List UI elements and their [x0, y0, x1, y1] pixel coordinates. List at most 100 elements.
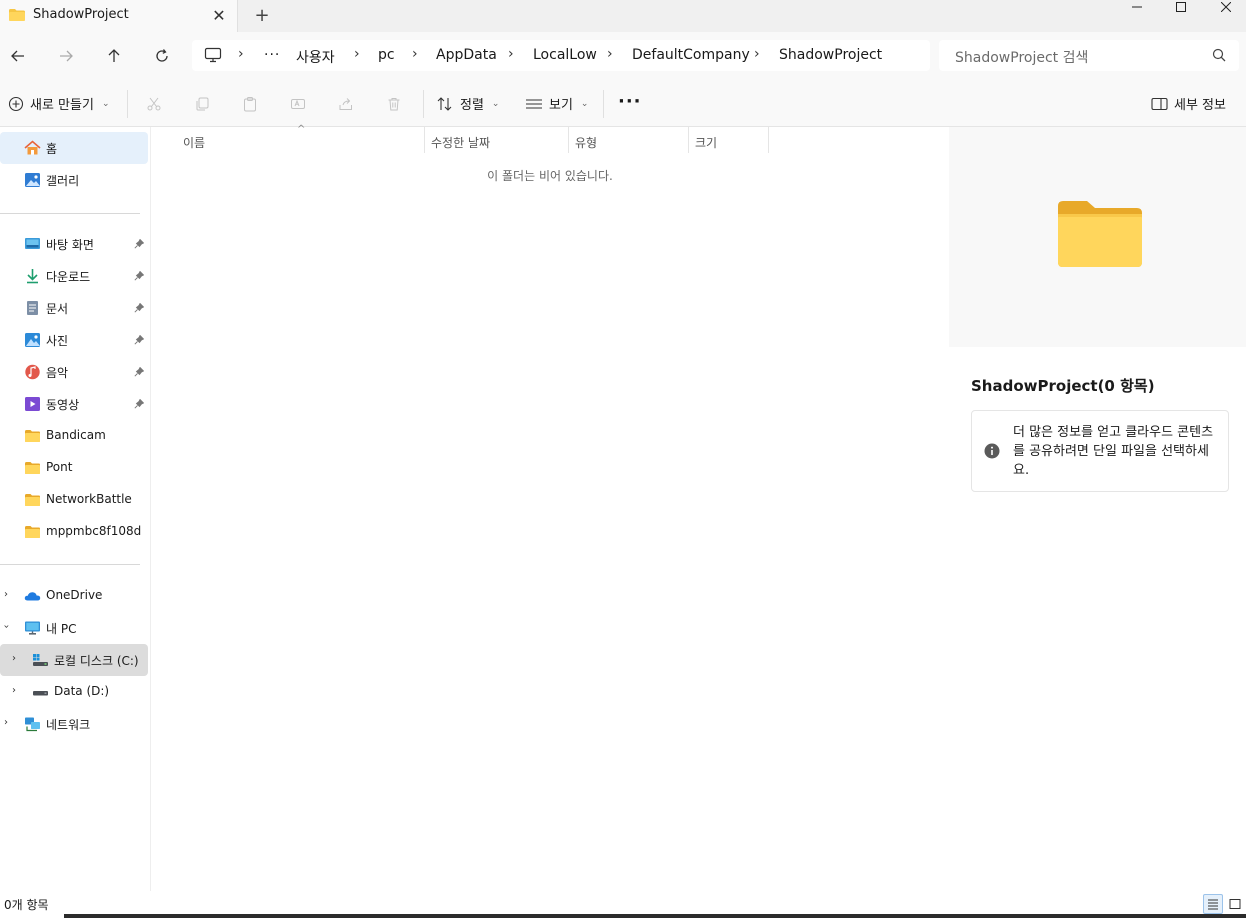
share-button[interactable] [336, 94, 356, 114]
file-list[interactable]: ^ 이름 수정한 날짜 유형 크기 이 폴더는 비어 있습니다. [150, 124, 948, 891]
chevron-right-icon[interactable]: › [4, 589, 8, 600]
scissors-icon [147, 97, 161, 111]
column-divider[interactable] [688, 127, 689, 153]
rename-button[interactable] [288, 94, 308, 114]
taskbar-edge [64, 914, 1246, 918]
pictures-icon [25, 333, 40, 347]
sidebar-item-mppmbc8f108d[interactable]: mppmbc8f108d [0, 516, 148, 548]
column-divider[interactable] [568, 127, 569, 153]
pc-icon [25, 621, 40, 635]
sidebar-item-videos[interactable]: 동영상 [0, 388, 148, 420]
sidebar-item-label: 갤러리 [46, 174, 80, 188]
empty-folder-message: 이 폴더는 비어 있습니다. [487, 169, 613, 183]
paste-icon [244, 97, 256, 112]
item-count: 0개 항목 [4, 898, 49, 912]
sidebar-item-gallery[interactable]: 갤러리 [0, 164, 148, 196]
column-divider[interactable] [768, 127, 769, 153]
maximize-button[interactable] [1158, 0, 1204, 14]
pin-icon[interactable] [134, 303, 144, 313]
search-box[interactable]: ShadowProject 검색 [939, 40, 1239, 71]
forward-button[interactable] [53, 43, 79, 69]
up-button[interactable] [101, 43, 127, 69]
column-header-type[interactable]: 유형 [575, 130, 597, 154]
sidebar-item-this-pc[interactable]: › 내 PC [0, 612, 148, 644]
breadcrumb-locallow[interactable]: LocalLow [533, 47, 597, 63]
close-window-button[interactable] [1203, 0, 1246, 14]
breadcrumb-appdata[interactable]: AppData [436, 47, 497, 63]
chevron-down-icon: ⌄ [491, 98, 500, 109]
video-icon [25, 397, 40, 411]
back-button[interactable] [5, 43, 31, 69]
music-icon [25, 364, 40, 380]
sidebar-item-label: mppmbc8f108d [46, 524, 142, 538]
chevron-right-icon[interactable]: › [4, 717, 8, 728]
new-button-label: 새로 만들기 [30, 98, 94, 113]
sidebar-item-network[interactable]: › 네트워크 [0, 708, 148, 740]
sidebar-item-label: 동영상 [46, 398, 80, 412]
column-divider[interactable] [424, 127, 425, 153]
sidebar-item-pont[interactable]: Pont [0, 452, 148, 484]
sidebar-item-data-d[interactable]: › Data (D:) [0, 676, 148, 708]
pin-icon[interactable] [134, 335, 144, 345]
sidebar-item-local-disk-c[interactable]: › 로컬 디스크 (C:) [0, 644, 148, 676]
chevron-down-icon: ⌄ [580, 98, 589, 109]
sidebar-item-downloads[interactable]: 다운로드 [0, 260, 148, 292]
arrow-left-icon [11, 50, 24, 62]
cut-button[interactable] [144, 94, 164, 114]
address-bar[interactable]: › ··· 사용자 › pc › AppData › LocalLow › De… [192, 40, 930, 71]
new-button[interactable]: 새로 만들기 ⌄ [8, 94, 109, 113]
large-icons-view-button[interactable] [1225, 894, 1245, 914]
onedrive-icon [24, 592, 41, 601]
breadcrumb-overflow[interactable]: ··· [264, 47, 280, 63]
trash-icon [388, 98, 400, 111]
sidebar-item-label: 사진 [46, 334, 69, 348]
paste-button[interactable] [240, 94, 260, 114]
tab-close-icon[interactable]: ✕ [208, 4, 230, 26]
sidebar-item-music[interactable]: 음악 [0, 356, 148, 388]
refresh-button[interactable] [149, 43, 175, 69]
pin-icon[interactable] [134, 271, 144, 281]
breadcrumb-defaultcompany[interactable]: DefaultCompany [632, 47, 750, 63]
column-header-name[interactable]: 이름 [183, 130, 205, 154]
chevron-right-icon[interactable]: › [12, 685, 16, 696]
breadcrumb-separator-icon: › [754, 46, 760, 62]
copy-icon [196, 97, 209, 111]
sidebar-item-bandicam[interactable]: Bandicam [0, 420, 148, 452]
chevron-right-icon[interactable]: › [12, 653, 16, 664]
breadcrumb-shadowproject[interactable]: ShadowProject [779, 47, 882, 63]
view-button[interactable]: 보기 ⌄ [525, 94, 588, 113]
sidebar-item-label: 네트워크 [46, 718, 91, 732]
sort-button[interactable]: 정렬 ⌄ [436, 94, 499, 113]
document-icon [27, 301, 38, 315]
pin-icon[interactable] [134, 239, 144, 249]
details-pane-button[interactable]: 세부 정보 [1151, 94, 1226, 113]
chevron-down-icon[interactable]: › [1, 625, 12, 629]
minimize-button[interactable] [1114, 0, 1160, 14]
delete-button[interactable] [384, 94, 404, 114]
sidebar-item-networkbattle[interactable]: NetworkBattle [0, 484, 148, 516]
sidebar-item-home[interactable]: 홈 [0, 132, 148, 164]
sidebar-item-onedrive[interactable]: › OneDrive [0, 580, 148, 612]
details-view-button[interactable] [1203, 894, 1223, 914]
tab-shadowproject[interactable]: ShadowProject ✕ [0, 0, 238, 32]
sidebar-item-label: 홈 [46, 142, 58, 156]
sidebar-item-desktop[interactable]: 바탕 화면 [0, 228, 148, 260]
column-header-size[interactable]: 크기 [695, 130, 717, 154]
share-icon [339, 98, 352, 110]
details-pane-icon [1151, 97, 1168, 110]
sidebar-item-label: Pont [46, 460, 73, 474]
new-tab-icon[interactable]: + [250, 3, 274, 27]
more-options-button[interactable]: ··· [618, 91, 642, 112]
breadcrumb-pc[interactable]: pc [378, 47, 395, 63]
sidebar-item-pictures[interactable]: 사진 [0, 324, 148, 356]
copy-button[interactable] [192, 94, 212, 114]
pin-icon[interactable] [134, 367, 144, 377]
search-icon[interactable] [1212, 48, 1226, 62]
column-header-date-modified[interactable]: 수정한 날짜 [431, 130, 490, 154]
sidebar-item-documents[interactable]: 문서 [0, 292, 148, 324]
sidebar-item-label: OneDrive [46, 588, 103, 602]
breadcrumb-separator-icon: › [412, 46, 418, 62]
breadcrumb-users[interactable]: 사용자 [296, 47, 335, 67]
breadcrumb-separator-icon: › [354, 46, 360, 62]
pin-icon[interactable] [134, 399, 144, 409]
